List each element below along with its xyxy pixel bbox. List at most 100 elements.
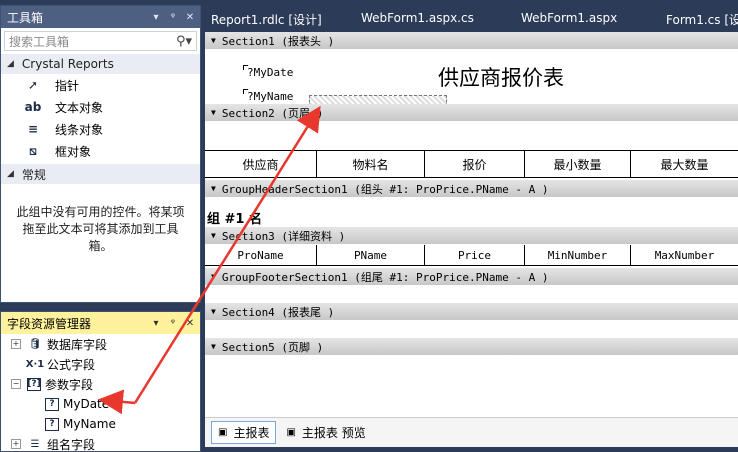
collapse-arrow-icon[interactable]: ▼ [211,272,216,281]
tab-main-report[interactable]: ▣ 主报表 [211,421,277,444]
expand-icon[interactable]: + [11,339,21,349]
line-object-icon: ≡ [27,122,39,136]
toolbox-empty-message: 此组中没有可用的控件。将某项拖至此文本可将其添加到工具箱。 [16,205,185,253]
param-field-mydate[interactable]: ?MyDate [242,65,293,79]
toolbox-title: 工具箱 [7,10,44,25]
tree-label: 公式字段 [47,357,96,372]
header-cell-material[interactable]: 物料名 [317,151,425,177]
toolbox-panel: 工具箱 ▾ ᵠ ✕ 搜索工具箱 ⚲▾ ◢ Crystal Reports ➚ 指… [0,5,201,303]
group-label: Crystal Reports [21,57,114,71]
detail-cell-proname[interactable]: ProName [205,245,317,265]
tree-label: 参数字段 [45,377,94,392]
tree-item-formula-fields[interactable]: X·1 公式字段 [1,354,200,374]
collapse-arrow-icon[interactable]: ▼ [211,108,216,117]
tab-label: 主报表 预览 [301,426,366,440]
tree-label: MyDate [63,397,110,411]
box-object-icon: ⧅ [29,143,37,158]
section-label: Section3 (详细资料 ) [221,229,346,243]
param-field-myname[interactable]: ?MyName [242,89,293,103]
collapse-arrow-icon[interactable]: ▼ [211,231,216,240]
collapse-icon[interactable]: ◢ [7,169,14,179]
report-icon: ▣ [218,427,228,438]
toolbox-group-general[interactable]: ◢ 常规 [1,164,200,184]
pin-icon[interactable]: ᵠ [166,318,180,329]
section-label: GroupHeaderSection1 (组头 #1: ProPrice.PNa… [221,182,549,196]
toolbox-search-input[interactable]: 搜索工具箱 ⚲▾ [4,31,197,51]
text-object-icon: ab [24,100,42,114]
tool-item-line-object[interactable]: ≡ 线条对象 [1,118,200,140]
tab-webform1-aspx-cs[interactable]: WebForm1.aspx.cs [355,5,515,32]
tree-item-database-fields[interactable]: + 🛢 数据库字段 [1,334,200,354]
detail-row: ProName PName Price MinNumber MaxNumber [205,245,738,266]
parameter-item-icon: ? [45,417,59,431]
collapse-arrow-icon[interactable]: ▼ [211,184,216,193]
collapse-icon[interactable]: − [11,379,21,389]
tool-label: 文本对象 [55,100,104,115]
tab-main-report-preview[interactable]: ▣ 主报表 预览 [280,422,371,443]
section-bar-page-header[interactable]: ▼ Section2 (页眉 ) [205,104,738,121]
tool-item-box-object[interactable]: ⧅ 框对象 [1,140,200,162]
tree-item-group-name-fields[interactable]: + ☰ 组名字段 [1,434,200,452]
group-label: 常规 [21,167,46,182]
tool-item-pointer[interactable]: ➚ 指针 [1,74,200,96]
section-bar-details[interactable]: ▼ Section3 (详细资料 ) [205,227,738,244]
tab-webform1-aspx[interactable]: WebForm1.aspx [515,5,660,32]
header-cell-min-qty[interactable]: 最小数量 [525,151,631,177]
report-designer: ▼ Section1 (报表头 ) ?MyDate ?MyName 供应商报价表… [205,32,738,447]
column-header-row: 供应商 物料名 报价 最小数量 最大数量 [205,150,738,178]
tree-label: 数据库字段 [47,337,108,352]
close-icon[interactable]: ✕ [183,318,197,329]
collapse-arrow-icon[interactable]: ▼ [211,342,216,351]
section-bar-report-footer[interactable]: ▼ Section4 (报表尾 ) [205,303,738,320]
toolbox-group-crystal-reports[interactable]: ◢ Crystal Reports [1,54,200,74]
dropdown-icon[interactable]: ▾ [149,318,163,329]
detail-cell-minnumber[interactable]: MinNumber [525,245,631,265]
document-tab-bar: Report1.rdlc [设计] WebForm1.aspx.cs WebFo… [205,5,738,32]
search-icon[interactable]: ⚲▾ [176,34,192,49]
field-explorer-title-bar: 字段资源管理器 ▾ ᵠ ✕ [1,312,200,334]
section-label: Section4 (报表尾 ) [221,305,335,319]
tab-form1-cs[interactable]: Form1.cs [设 [660,5,738,32]
tree-item-parameter-fields[interactable]: − [?] 参数字段 [1,374,200,394]
collapse-arrow-icon[interactable]: ▼ [211,36,216,45]
formula-icon: X·1 [25,358,45,370]
tree-item-myname[interactable]: ? MyName [1,414,200,434]
header-cell-max-qty[interactable]: 最大数量 [631,151,738,177]
parameter-icon: [?] [27,377,41,391]
tab-report1-rdlc[interactable]: Report1.rdlc [设计] [205,5,355,32]
detail-cell-pname[interactable]: PName [317,245,425,265]
tree-label: MyName [63,417,116,431]
detail-cell-price[interactable]: Price [425,245,525,265]
parameter-item-icon: ? [45,397,59,411]
section-label: Section1 (报表头 ) [221,34,335,48]
preview-icon: ▣ [286,427,296,438]
tree-item-mydate[interactable]: ? MyDate [1,394,200,414]
section-bar-group-footer[interactable]: ▼ GroupFooterSection1 (组尾 #1: ProPrice.P… [205,268,738,285]
section-bar-page-footer[interactable]: ▼ Section5 (页脚 ) [205,338,738,355]
tool-label: 框对象 [55,144,92,159]
view-tab-bar: ▣ 主报表 ▣ 主报表 预览 [205,417,738,447]
section-bar-report-header[interactable]: ▼ Section1 (报表头 ) [205,32,738,49]
database-icon: 🛢 [28,338,42,350]
toolbox-search-placeholder: 搜索工具箱 [9,34,70,49]
field-explorer-title: 字段资源管理器 [7,316,92,331]
detail-cell-maxnumber[interactable]: MaxNumber [631,245,738,265]
dropdown-icon[interactable]: ▾ [149,12,163,23]
tool-item-text-object[interactable]: ab 文本对象 [1,96,200,118]
header-cell-supplier[interactable]: 供应商 [205,151,317,177]
header-cell-price[interactable]: 报价 [425,151,525,177]
expand-icon[interactable]: + [11,439,21,449]
close-icon[interactable]: ✕ [183,12,197,23]
pointer-icon: ➚ [27,78,39,92]
collapse-arrow-icon[interactable]: ▼ [211,307,216,316]
tab-label: 主报表 [233,426,270,440]
section-label: GroupFooterSection1 (组尾 #1: ProPrice.PNa… [221,270,549,284]
pin-icon[interactable]: ᵠ [166,12,180,23]
collapse-icon[interactable]: ◢ [7,59,14,69]
report-title-text[interactable]: 供应商报价表 [438,62,564,92]
tree-label: 组名字段 [47,437,96,452]
field-explorer-panel: 字段资源管理器 ▾ ᵠ ✕ + 🛢 数据库字段 X·1 公式字段 − [?] 参… [0,311,201,452]
tool-label: 指针 [55,78,80,93]
section-bar-group-header[interactable]: ▼ GroupHeaderSection1 (组头 #1: ProPrice.P… [205,180,738,197]
group-name-field[interactable]: 组 #1 名 [207,208,262,227]
